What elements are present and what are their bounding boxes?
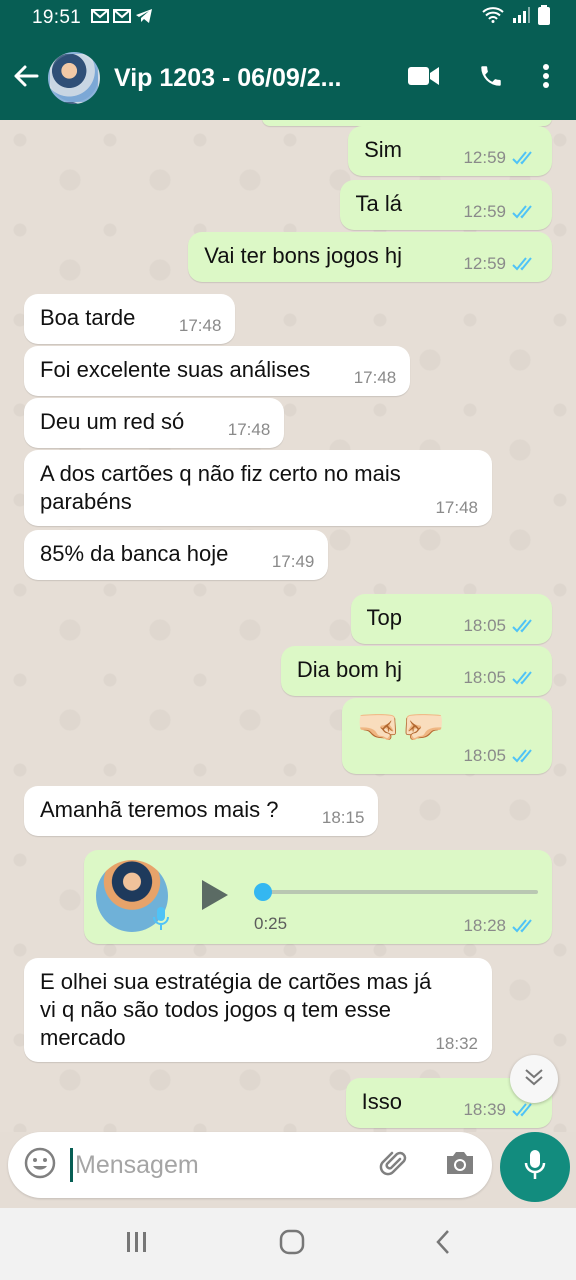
message-time: 17:49 — [271, 552, 315, 571]
system-nav-bar — [0, 1208, 576, 1280]
battery-icon — [538, 5, 550, 31]
video-call-icon[interactable] — [408, 65, 440, 92]
message-time: 17:48 — [435, 498, 478, 517]
back-nav-icon[interactable] — [435, 1229, 451, 1260]
message-time: 18:32 — [435, 1034, 478, 1053]
voice-message[interactable]: 0:25 18:28 — [84, 850, 552, 944]
chat-header: Vip 1203 - 06/09/2... — [0, 36, 576, 120]
message-input[interactable]: Mensagem — [75, 1151, 199, 1180]
status-time: 19:51 — [32, 7, 82, 28]
message-time: 18:39 — [463, 1100, 506, 1119]
gmail-icon — [91, 8, 110, 28]
message-time: 18:15 — [321, 808, 365, 827]
home-icon[interactable] — [279, 1229, 305, 1260]
arrow-left-icon — [12, 62, 40, 95]
voice-duration: 0:25 — [254, 914, 288, 933]
attach-icon[interactable] — [378, 1147, 410, 1184]
text-caret — [70, 1148, 73, 1182]
message-bubble-outgoing[interactable]: Dia bom hj 18:05 — [280, 646, 552, 696]
mic-icon — [152, 906, 170, 938]
message-time: 18:05 — [463, 668, 506, 687]
voice-progress-handle[interactable] — [254, 883, 272, 901]
double-check-icon — [512, 618, 538, 634]
message-bubble-incoming[interactable]: E olhei sua estratégia de cartões mas já… — [24, 958, 492, 1062]
message-bubble-outgoing[interactable]: 🤜🏻🤛🏻 18:05 — [342, 698, 552, 774]
message-bubble-incoming[interactable]: Amanhã teremos mais ? 18:15 — [24, 786, 379, 836]
message-bubble-outgoing[interactable]: Top 18:05 — [350, 594, 552, 644]
telegram-icon — [135, 8, 153, 29]
emoji-icon[interactable] — [24, 1147, 56, 1184]
message-bubble-incoming[interactable]: 85% da banca hoje 17:49 — [24, 530, 329, 580]
message-bubble-outgoing[interactable]: Ta lá 12:59 — [339, 180, 552, 230]
double-check-icon — [512, 256, 538, 272]
chat-area[interactable]: Sim 12:59 Ta lá 12:59 Vai ter bons jogos… — [0, 120, 576, 1132]
message-bubble-outgoing[interactable]: Sim 12:59 — [348, 126, 552, 176]
signal-icon — [512, 7, 530, 29]
wifi-icon — [482, 7, 504, 29]
message-time: 18:05 — [463, 616, 506, 635]
message-time: 12:59 — [463, 148, 506, 167]
double-check-icon — [512, 918, 538, 934]
more-vert-icon[interactable] — [542, 63, 550, 94]
voice-progress-track[interactable] — [258, 890, 538, 894]
mic-icon — [523, 1148, 547, 1187]
avatar[interactable] — [48, 52, 100, 104]
message-time: 18:28 — [463, 916, 506, 935]
message-time: 12:59 — [463, 254, 506, 273]
double-check-icon — [512, 670, 538, 686]
scroll-to-bottom-button[interactable] — [510, 1055, 558, 1103]
message-time: 12:59 — [463, 202, 506, 221]
phone-icon[interactable] — [478, 63, 504, 94]
message-time: 17:48 — [178, 316, 222, 335]
voice-record-button[interactable] — [500, 1132, 570, 1202]
back-button[interactable] — [4, 36, 48, 120]
message-bubble-incoming[interactable]: Boa tarde 17:48 — [24, 294, 236, 344]
message-bubble-incoming[interactable]: Foi excelente suas análises 17:48 — [24, 346, 411, 396]
message-bubble-incoming[interactable]: Deu um red só 17:48 — [24, 398, 285, 448]
double-chevron-down-icon — [524, 1068, 544, 1091]
message-time: 17:48 — [353, 368, 397, 387]
double-check-icon — [512, 1102, 538, 1118]
double-check-icon — [512, 204, 538, 220]
chat-title[interactable]: Vip 1203 - 06/09/2... — [114, 64, 364, 93]
message-time: 17:48 — [227, 420, 271, 439]
message-composer[interactable]: Mensagem — [8, 1132, 492, 1198]
message-bubble-incoming[interactable]: A dos cartões q não fiz certo no mais pa… — [24, 450, 492, 526]
camera-icon[interactable] — [444, 1149, 476, 1182]
double-check-icon — [512, 150, 538, 166]
recents-icon[interactable] — [125, 1230, 149, 1259]
gmail-icon — [113, 8, 132, 28]
play-icon[interactable] — [200, 878, 230, 918]
double-check-icon — [512, 748, 538, 764]
message-time: 18:05 — [463, 746, 506, 765]
status-bar: 19:51 — [0, 0, 576, 36]
message-bubble-outgoing[interactable]: Vai ter bons jogos hj 12:59 — [188, 232, 552, 282]
